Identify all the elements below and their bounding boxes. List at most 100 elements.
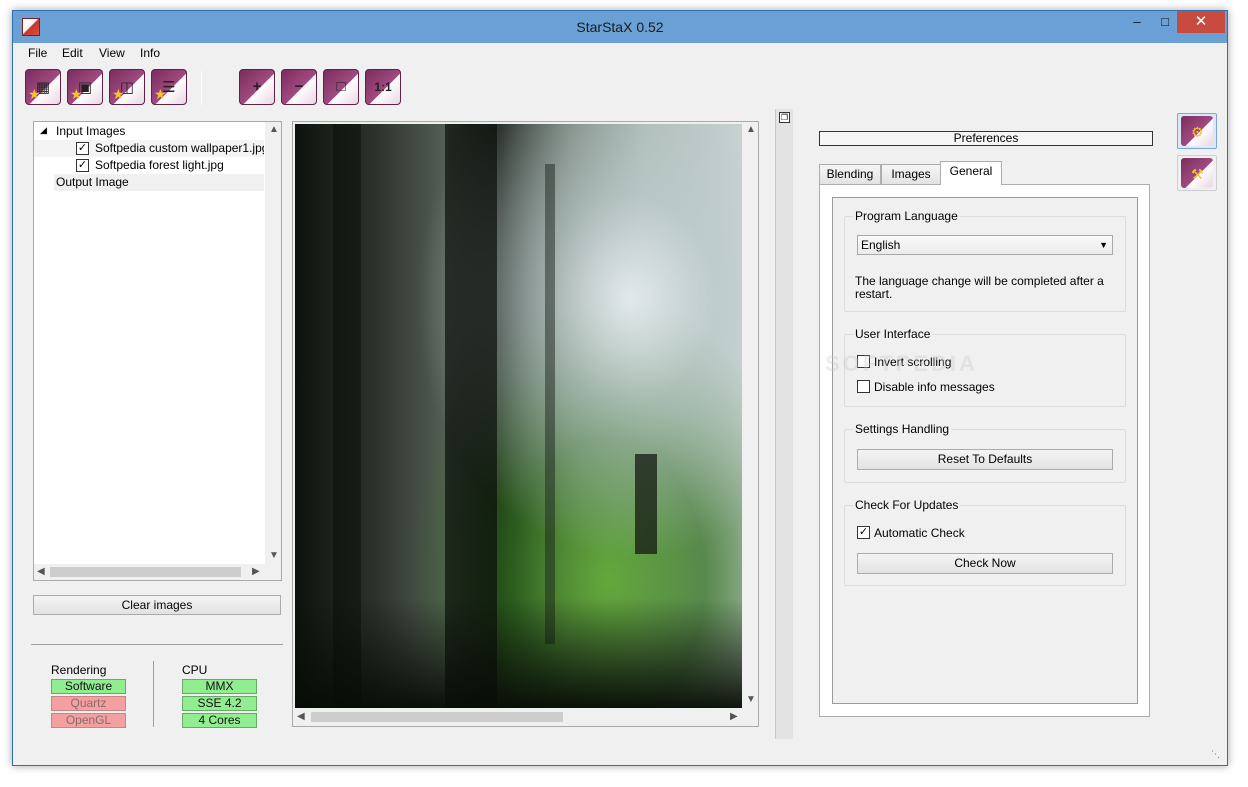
checkbox-file-2[interactable]: ✓ [76, 159, 89, 172]
cpu-mmx-badge: MMX [182, 679, 257, 694]
minimize-button[interactable]: – [1123, 11, 1151, 33]
status-divider [153, 661, 154, 727]
scroll-left-icon[interactable]: ◀ [37, 566, 45, 577]
disable-info-label: Disable info messages [874, 380, 995, 394]
zoom-out-button[interactable]: − [281, 69, 317, 105]
menu-view[interactable]: View [99, 46, 125, 60]
toolbar: ▦ ★ ▣ ★ ◫ ★ ☰ ★ + − □ 1:1 [13, 65, 1227, 109]
language-select-value: English [861, 238, 901, 252]
scroll-thumb[interactable] [311, 712, 563, 722]
zoom-actual-icon: 1:1 [374, 80, 392, 94]
image-tree[interactable]: ◢ Input Images ✓ Softpedia custom wallpa… [33, 121, 282, 581]
scroll-down-icon[interactable]: ▼ [746, 694, 756, 705]
general-settings-panel: Program Language English ▼ The language … [832, 197, 1138, 704]
tree-item-input-images[interactable]: ◢ Input Images [36, 123, 266, 140]
scroll-down-icon[interactable]: ▼ [269, 550, 279, 561]
scroll-up-icon[interactable]: ▲ [746, 124, 756, 135]
language-select[interactable]: English ▼ [857, 235, 1113, 255]
scroll-left-icon[interactable]: ◀ [297, 711, 305, 722]
window-title: StarStaX 0.52 [576, 19, 664, 35]
scroll-right-icon[interactable]: ▶ [730, 711, 738, 722]
chevron-down-icon: ▼ [1099, 240, 1108, 250]
zoom-fit-button[interactable]: □ [323, 69, 359, 105]
tree-item-file-1[interactable]: ✓ Softpedia custom wallpaper1.jpg [34, 140, 264, 157]
close-button[interactable]: ✕ [1177, 11, 1225, 33]
star-icon: ★ [28, 86, 41, 102]
tab-general[interactable]: General [940, 161, 1002, 185]
maximize-button[interactable]: □ [1151, 11, 1179, 33]
clear-images-button[interactable]: Clear images [33, 595, 281, 615]
menu-info[interactable]: Info [140, 46, 160, 60]
checkbox-file-1[interactable]: ✓ [76, 142, 89, 155]
cpu-title: CPU [182, 663, 208, 677]
tree-trunk [545, 164, 555, 644]
tree-vertical-scrollbar[interactable]: ▲ ▼ [265, 122, 281, 564]
check-updates-title: Check For Updates [853, 498, 961, 512]
star-icon: ★ [112, 86, 125, 102]
program-language-title: Program Language [853, 209, 960, 223]
preview-image [295, 124, 742, 708]
preferences-header: Preferences [819, 131, 1153, 146]
zoom-in-icon: + [252, 78, 262, 95]
image-preview[interactable]: ▲ ▼ ◀ ▶ [292, 121, 759, 727]
zoom-actual-button[interactable]: 1:1 [365, 69, 401, 105]
tab-images[interactable]: Images [881, 164, 941, 184]
scroll-right-icon[interactable]: ▶ [252, 566, 260, 577]
scroll-thumb[interactable] [50, 567, 241, 577]
start-processing-button[interactable]: ☰ ★ [151, 69, 187, 105]
automatic-check-checkbox[interactable]: ✓ [857, 526, 870, 540]
save-button[interactable]: ◫ ★ [109, 69, 145, 105]
title-bar[interactable]: StarStaX 0.52 – □ ✕ [13, 11, 1227, 43]
menu-bar: File Edit View Info [13, 43, 1227, 63]
tree-item-label: Input Images [56, 124, 126, 138]
disable-info-checkbox[interactable] [857, 380, 870, 394]
preview-horizontal-scrollbar[interactable]: ◀ ▶ [293, 709, 758, 725]
undock-icon[interactable]: ❐ [779, 112, 790, 123]
settings-handling-group: Settings Handling Reset To Defaults [844, 422, 1126, 483]
settings-handling-title: Settings Handling [853, 422, 952, 436]
expand-triangle-icon[interactable]: ◢ [40, 125, 47, 136]
zoom-fit-icon: □ [336, 78, 346, 95]
tab-blending[interactable]: Blending [819, 164, 881, 184]
language-note: The language change will be completed af… [855, 274, 1104, 301]
scroll-up-icon[interactable]: ▲ [269, 124, 279, 135]
tree-item-output-image[interactable]: Output Image [54, 174, 264, 191]
rendering-opengl-badge: OpenGL [51, 713, 126, 728]
program-language-group: Program Language English ▼ The language … [844, 209, 1126, 312]
cpu-cores-badge: 4 Cores [182, 713, 257, 728]
tools-icon: ⚒ [1191, 166, 1204, 182]
open-images-button[interactable]: ▦ ★ [25, 69, 61, 105]
star-icon: ★ [154, 86, 167, 102]
reset-defaults-button[interactable]: Reset To Defaults [857, 449, 1113, 470]
forest-floor [295, 598, 742, 708]
gear-icon: ⚙ [1191, 124, 1204, 140]
preferences-side-button[interactable]: ⚙ [1177, 113, 1217, 149]
tree-item-label: Output Image [56, 175, 129, 189]
cpu-sse-badge: SSE 4.2 [182, 696, 257, 711]
tools-side-button[interactable]: ⚒ [1177, 155, 1217, 191]
panel-splitter[interactable]: ❐ [775, 109, 793, 739]
tree-horizontal-scrollbar[interactable]: ◀ ▶ [34, 564, 281, 580]
resize-grip-icon[interactable]: ⋱ [1211, 749, 1220, 760]
rendering-software-badge: Software [51, 679, 126, 694]
watermark: SOFTPEDIA [825, 351, 978, 376]
menu-file[interactable]: File [28, 46, 47, 60]
rendering-title: Rendering [51, 663, 107, 677]
tree-item-label: Softpedia custom wallpaper1.jpg [95, 141, 264, 155]
check-updates-group: Check For Updates ✓ Automatic Check Check… [844, 498, 1126, 586]
zoom-out-icon: − [294, 78, 304, 95]
toolbar-separator [201, 71, 202, 105]
check-now-button[interactable]: Check Now [857, 553, 1113, 574]
user-interface-title: User Interface [853, 327, 933, 341]
open-dark-frames-button[interactable]: ▣ ★ [67, 69, 103, 105]
disable-info-row[interactable]: Disable info messages [857, 380, 995, 394]
automatic-check-label: Automatic Check [874, 526, 965, 540]
general-tab-panel: Program Language English ▼ The language … [819, 184, 1150, 717]
rendering-quartz-badge: Quartz [51, 696, 126, 711]
menu-edit[interactable]: Edit [62, 46, 83, 60]
tree-item-file-2[interactable]: ✓ Softpedia forest light.jpg [34, 157, 264, 174]
automatic-check-row[interactable]: ✓ Automatic Check [857, 526, 965, 540]
preview-vertical-scrollbar[interactable]: ▲ ▼ [742, 122, 758, 708]
tree-item-label: Softpedia forest light.jpg [95, 158, 224, 172]
zoom-in-button[interactable]: + [239, 69, 275, 105]
